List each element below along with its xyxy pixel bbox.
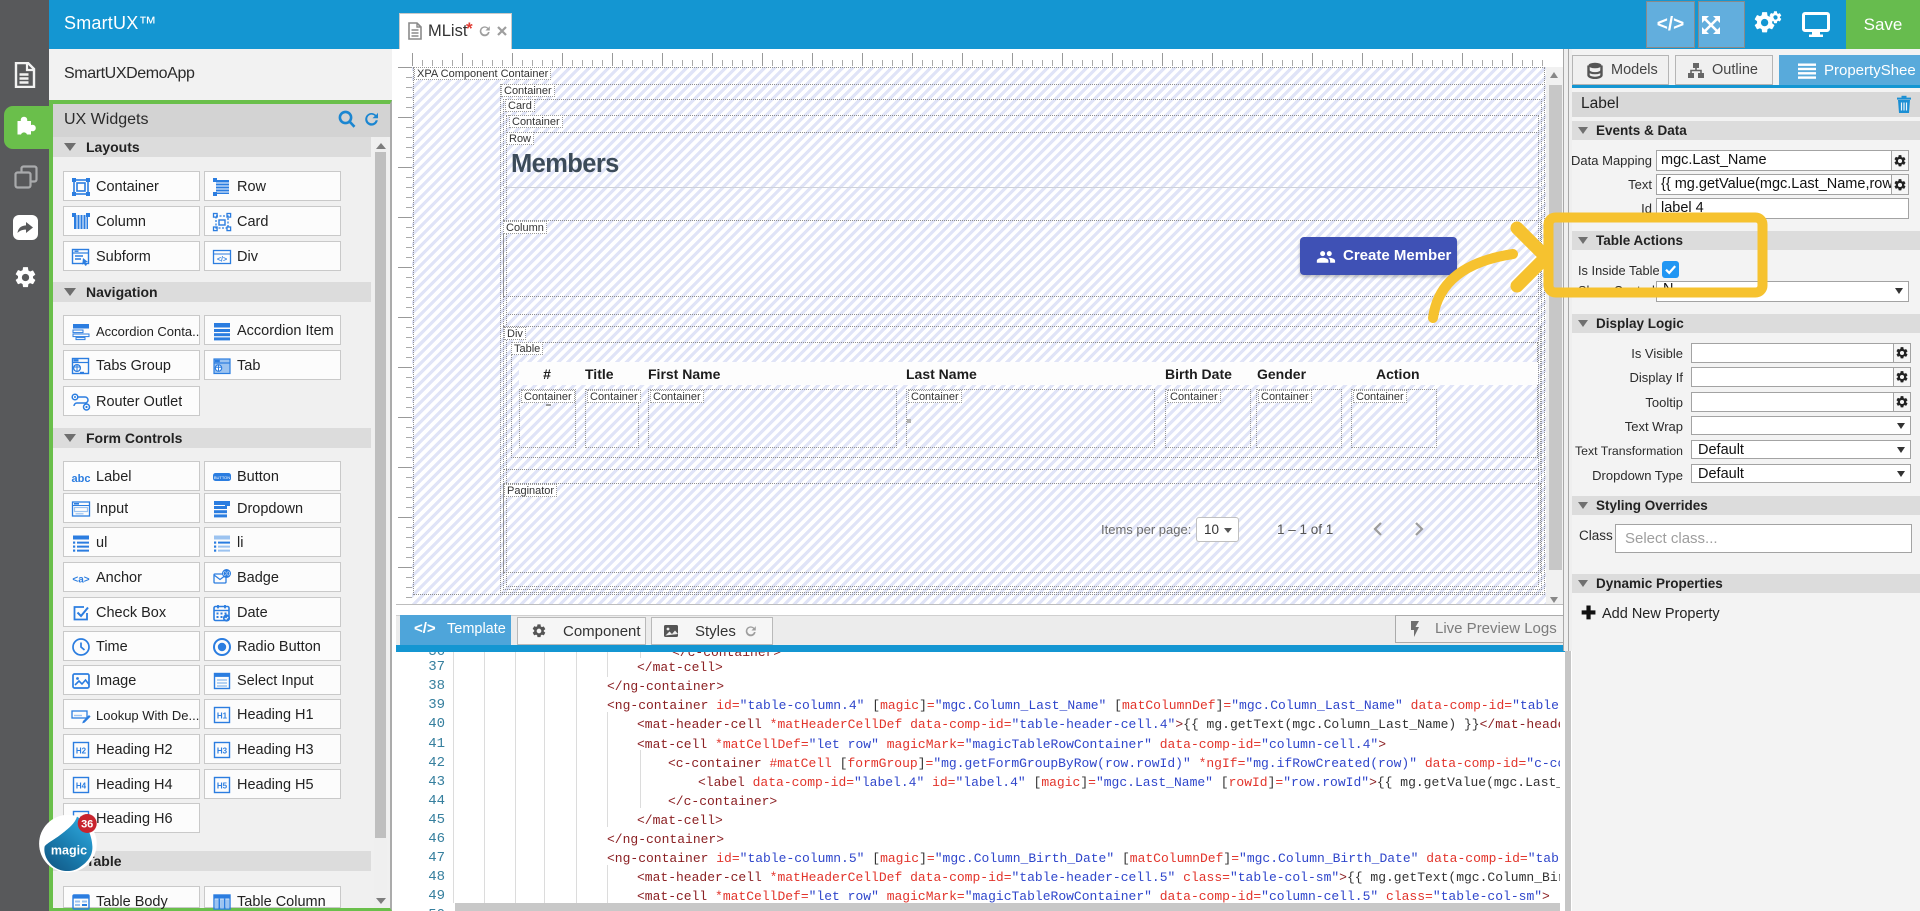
svg-text:abc: abc xyxy=(72,473,91,485)
svg-text:magic: magic xyxy=(51,844,87,858)
svg-text:BUTTON: BUTTON xyxy=(214,475,230,480)
svg-text:H3: H3 xyxy=(217,747,228,756)
svg-text:H4: H4 xyxy=(76,782,87,791)
svg-text:H2: H2 xyxy=(76,747,87,756)
svg-text:</>: </> xyxy=(217,257,227,264)
svg-text:H5: H5 xyxy=(217,782,228,791)
svg-text:H1: H1 xyxy=(217,712,228,721)
svg-text:CO: CO xyxy=(223,572,231,578)
svg-text:36: 36 xyxy=(81,819,93,831)
svg-text:<a>: <a> xyxy=(72,575,89,586)
